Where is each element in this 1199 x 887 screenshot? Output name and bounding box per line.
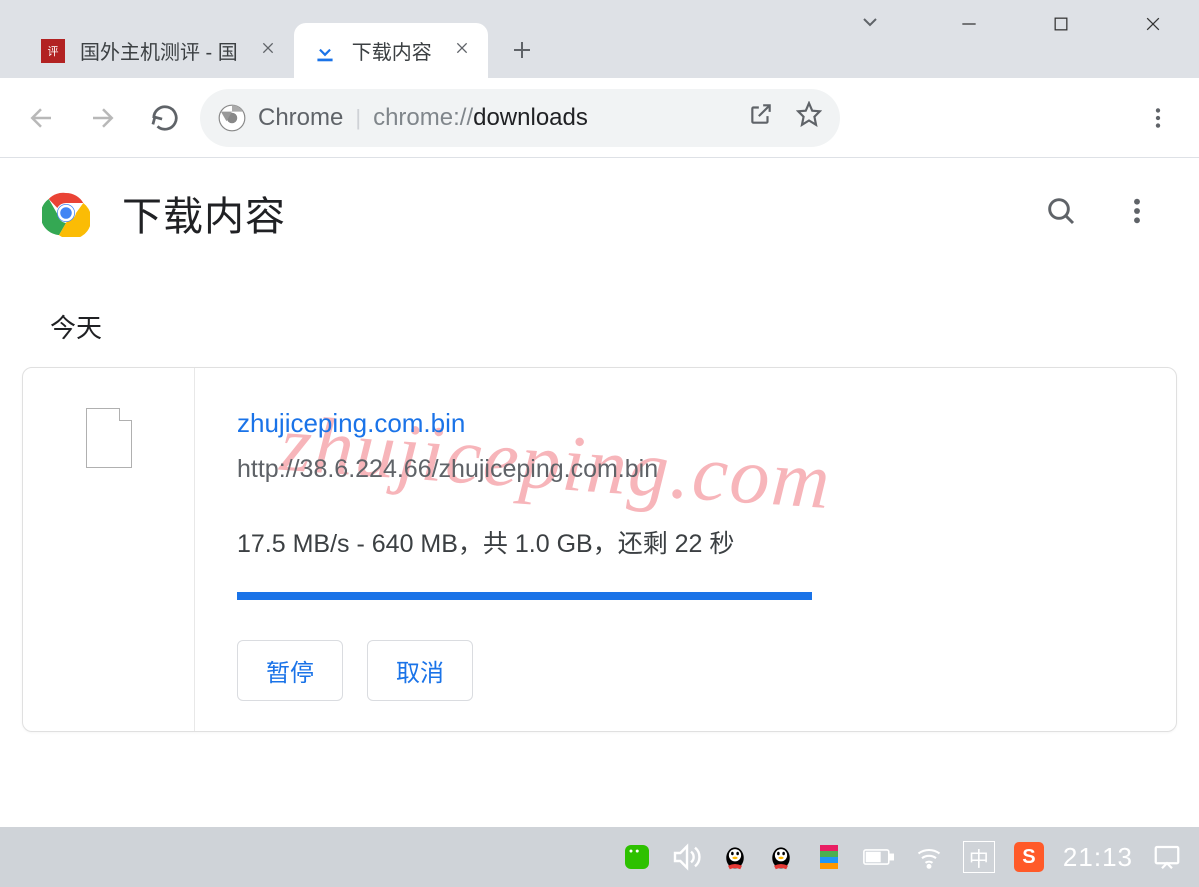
close-tab-icon[interactable] — [454, 40, 470, 61]
downloads-header: 下载内容 — [0, 158, 1199, 268]
volume-icon[interactable] — [671, 841, 703, 873]
new-tab-button[interactable] — [500, 28, 544, 72]
minimize-button[interactable] — [923, 0, 1015, 48]
wifi-icon[interactable] — [913, 841, 945, 873]
download-item: zhujiceping.com.bin http://38.6.224.66/z… — [22, 367, 1177, 732]
section-today-label: 今天 — [0, 268, 1199, 367]
omnibox-url-scheme: chrome:// — [373, 104, 473, 131]
search-icon[interactable] — [1045, 195, 1077, 232]
cancel-button[interactable]: 取消 — [367, 640, 473, 701]
color-tray-icon[interactable] — [813, 841, 845, 873]
tab-inactive[interactable]: 评 国外主机测评 - 国 — [22, 23, 294, 78]
tab-title: 下载内容 — [352, 36, 432, 65]
back-button[interactable] — [14, 91, 68, 145]
reload-button[interactable] — [138, 91, 192, 145]
download-icon-column — [23, 368, 195, 731]
chrome-logo-icon — [42, 189, 90, 237]
notifications-icon[interactable] — [1151, 841, 1183, 873]
bookmark-star-icon[interactable] — [796, 101, 822, 134]
qq-tray-icon[interactable] — [721, 842, 749, 872]
tab-active[interactable]: 下载内容 — [294, 23, 488, 78]
tab-title: 国外主机测评 - 国 — [80, 36, 238, 65]
downloads-page: zhujiceping.com 下载内容 今天 zhujiceping.com.… — [0, 158, 1199, 827]
chrome-security-icon — [218, 104, 246, 132]
taskbar-clock[interactable]: 21:13 — [1063, 842, 1133, 873]
browser-menu-button[interactable] — [1131, 91, 1185, 145]
page-menu-icon[interactable] — [1121, 195, 1153, 232]
window-controls — [923, 0, 1199, 48]
battery-icon[interactable] — [863, 841, 895, 873]
download-progress-fill — [237, 592, 812, 600]
tab-overflow-icon[interactable] — [858, 10, 882, 39]
pause-button[interactable]: 暂停 — [237, 640, 343, 701]
download-arrow-icon — [312, 38, 338, 64]
page-title: 下载内容 — [122, 184, 286, 242]
ime-indicator[interactable]: 中 — [963, 841, 995, 873]
wechat-tray-icon[interactable] — [621, 841, 653, 873]
omnibox-separator: | — [355, 105, 361, 131]
browser-toolbar: Chrome | chrome://downloads — [0, 78, 1199, 158]
favicon-icon: 评 — [40, 38, 66, 64]
qq-tray-icon-2[interactable] — [767, 842, 795, 872]
omnibox-url-path: downloads — [473, 104, 588, 131]
close-tab-icon[interactable] — [260, 40, 276, 61]
share-icon[interactable] — [748, 101, 774, 134]
window-titlebar: 评 国外主机测评 - 国 下载内容 — [0, 0, 1199, 78]
download-source-url: http://38.6.224.66/zhujiceping.com.bin — [237, 455, 1136, 484]
download-status: 17.5 MB/s - 640 MB，共 1.0 GB，还剩 22 秒 — [237, 524, 1136, 560]
download-progress-bar — [237, 592, 1136, 600]
address-bar[interactable]: Chrome | chrome://downloads — [200, 89, 840, 147]
windows-taskbar: 中 S 21:13 — [0, 827, 1199, 887]
omnibox-app-label: Chrome — [258, 104, 343, 132]
close-window-button[interactable] — [1107, 0, 1199, 48]
sogou-ime-icon[interactable]: S — [1013, 841, 1045, 873]
download-filename[interactable]: zhujiceping.com.bin — [237, 408, 1136, 439]
forward-button[interactable] — [76, 91, 130, 145]
tab-strip: 评 国外主机测评 - 国 下载内容 — [0, 18, 544, 78]
maximize-button[interactable] — [1015, 0, 1107, 48]
file-icon — [86, 408, 132, 468]
